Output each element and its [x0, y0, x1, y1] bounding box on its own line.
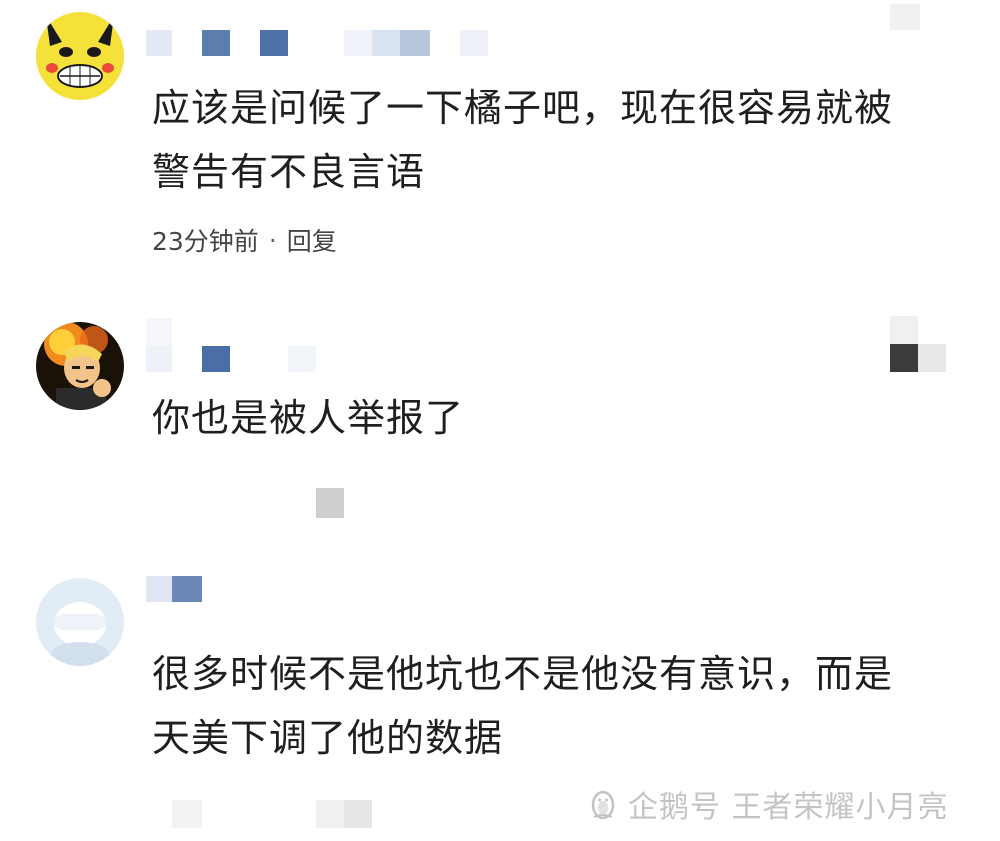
comment-text: 应该是问候了一下橘子吧，现在很容易就被 警告有不良言语 — [152, 86, 894, 194]
penguin-logo-icon — [591, 790, 615, 820]
timestamp: 23分钟前 — [152, 227, 259, 256]
watermark-text: 企鹅号 王者荣耀小月亮 — [628, 790, 949, 825]
pikachu-meme-avatar-icon[interactable] — [36, 12, 124, 100]
comment-text: 你也是被人举报了 — [152, 396, 465, 440]
reply-button[interactable]: 回复 — [287, 222, 337, 258]
default-avatar-icon[interactable] — [36, 578, 124, 666]
watermark: 企鹅号 王者荣耀小月亮 — [586, 782, 949, 826]
comment-text: 很多时候不是他坑也不是他没有意识，而是 天美下调了他的数据 — [152, 652, 894, 760]
more-options-icon[interactable] — [890, 4, 920, 30]
separator: · — [268, 225, 277, 255]
anime-character-avatar-icon[interactable] — [36, 322, 124, 410]
reply-censored — [316, 488, 344, 518]
comment-list: 应该是问候了一下橘子吧，现在很容易就被 警告有不良言语 23分钟前 · 回复 你… — [0, 0, 1000, 841]
comment-meta: 23分钟前 · 回复 — [152, 222, 337, 258]
